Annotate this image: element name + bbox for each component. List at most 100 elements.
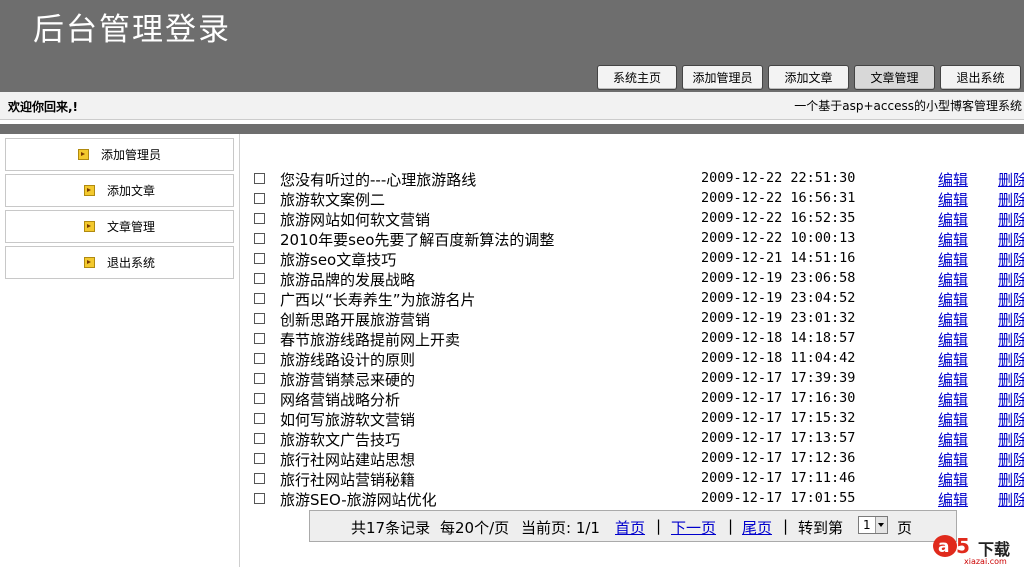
row-checkbox[interactable] <box>254 373 265 384</box>
row-checkbox[interactable] <box>254 453 265 464</box>
delete-link[interactable]: 删除 <box>998 189 1024 210</box>
edit-link[interactable]: 编辑 <box>938 169 968 190</box>
article-date: 2009-12-17 17:12:36 <box>701 450 856 466</box>
row-checkbox[interactable] <box>254 173 265 184</box>
edit-link[interactable]: 编辑 <box>938 429 968 450</box>
article-title: 旅行社网站营销秘籍 <box>280 471 416 489</box>
edit-link[interactable]: 编辑 <box>938 269 968 290</box>
nav-article-manage-button[interactable]: 文章管理 <box>854 65 935 90</box>
table-row: 旅游seo文章技巧 2009-12-21 14:51:16 编辑 删除 <box>252 248 1024 270</box>
sidebar: 添加管理员 添加文章 文章管理 退出系统 <box>0 134 240 567</box>
article-title: 春节旅游线路提前网上开卖 <box>280 331 461 349</box>
row-checkbox[interactable] <box>254 293 265 304</box>
edit-link[interactable]: 编辑 <box>938 469 968 490</box>
nav-add-article-button[interactable]: 添加文章 <box>768 65 849 90</box>
svg-text:5: 5 <box>956 534 970 558</box>
sidebar-item-label: 添加文章 <box>106 184 155 198</box>
pager-per-page: 每20个/页 <box>440 519 510 537</box>
page-select[interactable]: 1 <box>858 516 888 534</box>
edit-link[interactable]: 编辑 <box>938 449 968 470</box>
delete-link[interactable]: 删除 <box>998 309 1024 330</box>
delete-link[interactable]: 删除 <box>998 229 1024 250</box>
sidebar-item-logout[interactable]: 退出系统 <box>5 246 234 279</box>
row-checkbox[interactable] <box>254 353 265 364</box>
pager-page-unit: 页 <box>897 519 913 537</box>
pager-separator: | <box>728 517 734 535</box>
row-checkbox[interactable] <box>254 233 265 244</box>
sidebar-item-add-admin[interactable]: 添加管理员 <box>5 138 234 171</box>
article-date: 2009-12-17 17:11:46 <box>701 470 856 486</box>
nav-add-admin-button[interactable]: 添加管理员 <box>682 65 763 90</box>
article-date: 2009-12-17 17:16:30 <box>701 390 856 406</box>
top-nav: 系统主页 添加管理员 添加文章 文章管理 退出系统 <box>0 65 1024 92</box>
arrow-icon <box>77 149 89 160</box>
edit-link[interactable]: 编辑 <box>938 489 968 510</box>
sidebar-item-add-article[interactable]: 添加文章 <box>5 174 234 207</box>
sidebar-item-label: 添加管理员 <box>100 148 161 162</box>
edit-link[interactable]: 编辑 <box>938 249 968 270</box>
pager-goto-label: 转到第 <box>798 519 844 537</box>
row-checkbox[interactable] <box>254 213 265 224</box>
edit-link[interactable]: 编辑 <box>938 369 968 390</box>
delete-link[interactable]: 删除 <box>998 269 1024 290</box>
row-checkbox[interactable] <box>254 393 265 404</box>
arrow-icon <box>83 257 95 268</box>
delete-link[interactable]: 删除 <box>998 429 1024 450</box>
article-date: 2009-12-17 17:13:57 <box>701 430 856 446</box>
page-title: 后台管理登录 <box>33 12 231 48</box>
row-checkbox[interactable] <box>254 253 265 264</box>
delete-link[interactable]: 删除 <box>998 369 1024 390</box>
delete-link[interactable]: 删除 <box>998 349 1024 370</box>
table-row: 春节旅游线路提前网上开卖 2009-12-18 14:18:57 编辑 删除 <box>252 328 1024 350</box>
pager-next-link[interactable]: 下一页 <box>671 517 716 538</box>
delete-link[interactable]: 删除 <box>998 289 1024 310</box>
sidebar-item-article-manage[interactable]: 文章管理 <box>5 210 234 243</box>
row-checkbox[interactable] <box>254 413 265 424</box>
delete-link[interactable]: 删除 <box>998 449 1024 470</box>
table-row: 网络营销战略分析 2009-12-17 17:16:30 编辑 删除 <box>252 388 1024 410</box>
delete-link[interactable]: 删除 <box>998 489 1024 510</box>
site-description: 一个基于asp+access的小型博客管理系统 <box>794 99 1022 113</box>
edit-link[interactable]: 编辑 <box>938 189 968 210</box>
edit-link[interactable]: 编辑 <box>938 349 968 370</box>
edit-link[interactable]: 编辑 <box>938 289 968 310</box>
table-row: 旅游软文广告技巧 2009-12-17 17:13:57 编辑 删除 <box>252 428 1024 450</box>
nav-logout-button[interactable]: 退出系统 <box>940 65 1021 90</box>
nav-home-button[interactable]: 系统主页 <box>597 65 677 90</box>
header: 后台管理登录 系统主页 添加管理员 添加文章 文章管理 退出系统 <box>0 0 1024 92</box>
delete-link[interactable]: 删除 <box>998 469 1024 490</box>
row-checkbox[interactable] <box>254 473 265 484</box>
row-checkbox[interactable] <box>254 193 265 204</box>
row-checkbox[interactable] <box>254 313 265 324</box>
article-title: 您没有听过的---心理旅游路线 <box>280 171 477 189</box>
delete-link[interactable]: 删除 <box>998 209 1024 230</box>
article-date: 2009-12-19 23:06:58 <box>701 270 856 286</box>
edit-link[interactable]: 编辑 <box>938 409 968 430</box>
pager-last-link[interactable]: 尾页 <box>742 517 772 538</box>
watermark-sub: xiazai.com <box>964 557 1007 566</box>
row-checkbox[interactable] <box>254 333 265 344</box>
row-checkbox[interactable] <box>254 493 265 504</box>
row-checkbox[interactable] <box>254 273 265 284</box>
pager-first-link[interactable]: 首页 <box>615 517 645 538</box>
table-row: 旅行社网站建站思想 2009-12-17 17:12:36 编辑 删除 <box>252 448 1024 470</box>
article-title: 旅游SEO-旅游网站优化 <box>280 491 437 509</box>
edit-link[interactable]: 编辑 <box>938 229 968 250</box>
row-checkbox[interactable] <box>254 433 265 444</box>
delete-link[interactable]: 删除 <box>998 169 1024 190</box>
article-title: 如何写旅游软文营销 <box>280 411 416 429</box>
article-date: 2009-12-18 11:04:42 <box>701 350 856 366</box>
article-title: 旅游网站如何软文营销 <box>280 211 431 229</box>
article-title: 旅行社网站建站思想 <box>280 451 416 469</box>
delete-link[interactable]: 删除 <box>998 389 1024 410</box>
edit-link[interactable]: 编辑 <box>938 329 968 350</box>
edit-link[interactable]: 编辑 <box>938 309 968 330</box>
table-row: 创新思路开展旅游营销 2009-12-19 23:01:32 编辑 删除 <box>252 308 1024 330</box>
delete-link[interactable]: 删除 <box>998 329 1024 350</box>
table-row: 旅游线路设计的原则 2009-12-18 11:04:42 编辑 删除 <box>252 348 1024 370</box>
article-title: 旅游营销禁忌来硬的 <box>280 371 416 389</box>
edit-link[interactable]: 编辑 <box>938 389 968 410</box>
edit-link[interactable]: 编辑 <box>938 209 968 230</box>
delete-link[interactable]: 删除 <box>998 409 1024 430</box>
delete-link[interactable]: 删除 <box>998 249 1024 270</box>
